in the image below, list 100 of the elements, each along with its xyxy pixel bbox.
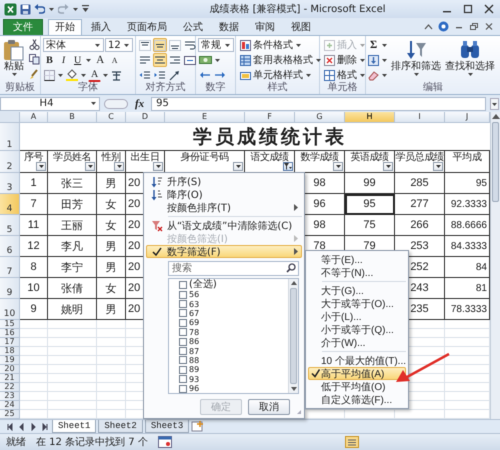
filter-button[interactable] <box>85 162 95 171</box>
checkbox[interactable] <box>179 356 187 364</box>
checkbox[interactable] <box>179 281 187 289</box>
format-button[interactable]: I <box>57 53 70 67</box>
font-color-button[interactable]: A <box>88 68 102 82</box>
row-header[interactable]: 17 <box>0 338 20 347</box>
list-item-label[interactable]: 87 <box>189 346 200 356</box>
font-name-field[interactable]: 宋体 <box>43 38 104 52</box>
align-button[interactable] <box>138 38 152 52</box>
checkbox[interactable] <box>179 338 187 346</box>
row-header[interactable]: 5 <box>0 215 20 236</box>
macro-record-icon[interactable] <box>158 436 172 448</box>
row-header[interactable]: 7 <box>0 257 20 278</box>
menu-item[interactable]: 10 个最大的值(T)... <box>308 354 406 367</box>
normal-view-icon[interactable] <box>345 436 359 448</box>
styles-menu-button[interactable]: 套用表格格式 <box>238 53 324 67</box>
list-item-label[interactable]: 89 <box>189 365 200 374</box>
splitter-handle-icon[interactable] <box>104 98 128 110</box>
help-icon[interactable] <box>438 21 449 32</box>
borders-button[interactable] <box>43 68 56 82</box>
row-header[interactable]: 25 <box>0 410 20 419</box>
merge-button[interactable] <box>183 53 197 67</box>
filter-button[interactable] <box>433 162 443 171</box>
orientation-button[interactable] <box>168 68 182 82</box>
list-item-label[interactable]: 88 <box>189 356 200 365</box>
list-item-label[interactable]: 86 <box>189 337 200 346</box>
new-sheet-icon[interactable] <box>191 421 206 432</box>
close-icon[interactable] <box>484 22 494 31</box>
ribbon-tab[interactable]: 文件 <box>3 19 43 35</box>
scrollbar[interactable] <box>490 112 500 419</box>
checkbox[interactable] <box>179 318 187 327</box>
list-item-label[interactable]: 63 <box>189 300 200 309</box>
row-header[interactable]: 15 <box>0 320 20 329</box>
sheet-tab[interactable]: Sheet3 <box>144 420 190 433</box>
column-header[interactable]: E <box>165 112 245 123</box>
scroll-thumb[interactable] <box>492 122 499 202</box>
row-header[interactable]: 4 <box>0 194 20 215</box>
filter-button[interactable] <box>153 162 163 171</box>
list-item-label[interactable]: 69 <box>189 318 200 328</box>
formula-field[interactable]: 95 <box>151 96 486 110</box>
expand-icon[interactable] <box>490 98 499 110</box>
cut-button[interactable] <box>28 38 41 52</box>
ribbon-tab[interactable]: 审阅 <box>248 19 282 35</box>
navigation-arrow-icon[interactable] <box>40 422 50 430</box>
checkbox[interactable] <box>179 300 187 308</box>
ribbon-tab[interactable]: 数据 <box>212 19 246 35</box>
fill-color-button[interactable] <box>65 68 79 82</box>
customize-menu-icon[interactable] <box>82 5 89 13</box>
list-item-label[interactable]: 96 <box>189 384 200 394</box>
currency-button[interactable] <box>198 53 213 67</box>
menu-item[interactable]: 介于(W)... <box>308 336 406 349</box>
row-header[interactable]: 3 <box>0 173 20 194</box>
row-header[interactable]: 1 <box>0 123 20 151</box>
menu-item[interactable]: 小于或等于(Q)... <box>308 323 406 336</box>
format-button[interactable]: U <box>71 53 84 67</box>
list-item-label[interactable]: (全选) <box>189 280 217 290</box>
styles-menu-button[interactable]: 条件格式 <box>238 38 324 52</box>
ribbon-tab[interactable]: 公式 <box>176 19 210 35</box>
list-item-label[interactable]: 78 <box>189 328 200 337</box>
value-list[interactable]: (全选) 56 63 67 69 78 86 87 88 89 93 96 <box>168 278 299 394</box>
maximize-icon[interactable] <box>461 3 475 15</box>
number-format-field[interactable]: 常规 <box>198 38 234 52</box>
ribbon-tab[interactable]: 开始 <box>48 19 82 35</box>
sheet-tab[interactable]: Sheet2 <box>98 420 143 433</box>
find-select-button[interactable]: 查找和选择 <box>444 38 496 81</box>
filter-button[interactable] <box>36 162 46 171</box>
undo-icon[interactable] <box>34 4 45 14</box>
checkbox[interactable] <box>179 366 187 374</box>
copy-button[interactable] <box>28 52 41 66</box>
align-button[interactable] <box>153 53 167 67</box>
list-item-label[interactable]: 67 <box>189 308 200 318</box>
column-header[interactable]: J <box>445 112 490 123</box>
checkbox[interactable] <box>179 328 187 336</box>
filter-button[interactable] <box>114 162 124 171</box>
menu-item[interactable]: 低于平均值(O) <box>308 380 406 393</box>
row-header[interactable]: 2 <box>0 151 20 173</box>
list-item-label[interactable]: 56 <box>189 290 200 300</box>
checkbox[interactable] <box>179 309 187 318</box>
restore-icon[interactable] <box>469 22 479 31</box>
name-box[interactable]: H4 <box>0 96 100 110</box>
fill-button[interactable] <box>367 53 380 67</box>
row-header[interactable]: 9 <box>0 278 20 299</box>
row-header[interactable]: 19 <box>0 356 20 365</box>
filter-button[interactable] <box>333 162 343 171</box>
cells-menu-button[interactable]: 删除 <box>322 53 368 67</box>
cancel-button[interactable]: 取消 <box>248 399 290 415</box>
column-header[interactable]: C <box>97 112 126 123</box>
cells-menu-button[interactable]: 格式 <box>322 68 368 82</box>
align-button[interactable] <box>168 38 182 52</box>
list-item-label[interactable]: 93 <box>189 374 200 384</box>
ribbon-tab[interactable]: 页面布局 <box>120 19 174 35</box>
column-header[interactable]: I <box>395 112 445 123</box>
row-header[interactable]: 16 <box>0 329 20 338</box>
scrollbar[interactable] <box>288 279 298 393</box>
ribbon-tab[interactable]: 视图 <box>284 19 318 35</box>
column-header[interactable]: D <box>126 112 165 123</box>
column-header[interactable]: B <box>48 112 97 123</box>
checkbox[interactable] <box>179 290 187 299</box>
collapse-ribbon-icon[interactable] <box>424 22 433 30</box>
filter-button[interactable] <box>283 162 293 171</box>
